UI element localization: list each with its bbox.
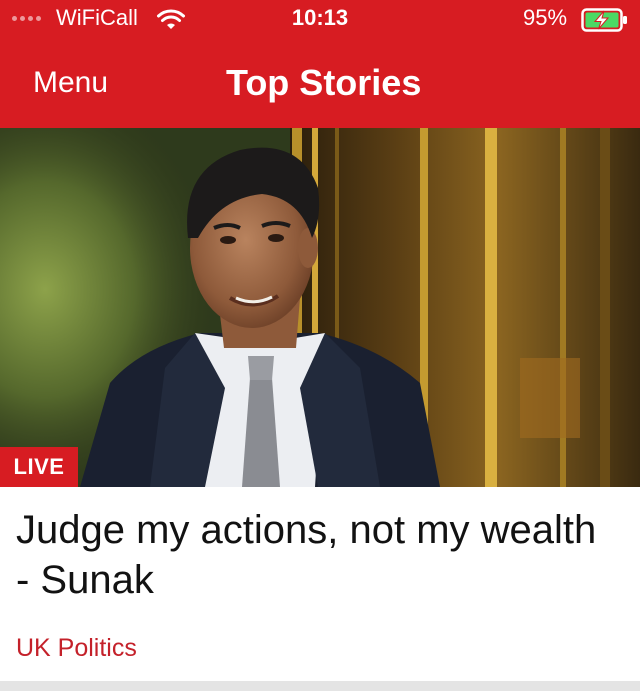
navigation-bar: Menu Top Stories bbox=[0, 42, 640, 128]
menu-button[interactable]: Menu bbox=[33, 66, 108, 100]
story-divider bbox=[0, 681, 640, 691]
page-title: Top Stories bbox=[226, 62, 422, 103]
story-category-link[interactable]: UK Politics bbox=[16, 634, 137, 663]
app-screen: WiFiCall 10:13 95% Menu Top Stories LIVE… bbox=[0, 0, 640, 691]
battery-charging-icon bbox=[581, 8, 627, 32]
live-badge: LIVE bbox=[0, 447, 78, 487]
story-headline[interactable]: Judge my actions, not my wealth - Sunak bbox=[16, 505, 616, 605]
app-header: WiFiCall 10:13 95% Menu Top Stories bbox=[0, 0, 640, 128]
story-photo bbox=[0, 128, 640, 487]
battery-percent: 95% bbox=[523, 5, 568, 30]
status-bar: WiFiCall 10:13 95% bbox=[0, 0, 640, 42]
story-image[interactable] bbox=[0, 128, 640, 487]
